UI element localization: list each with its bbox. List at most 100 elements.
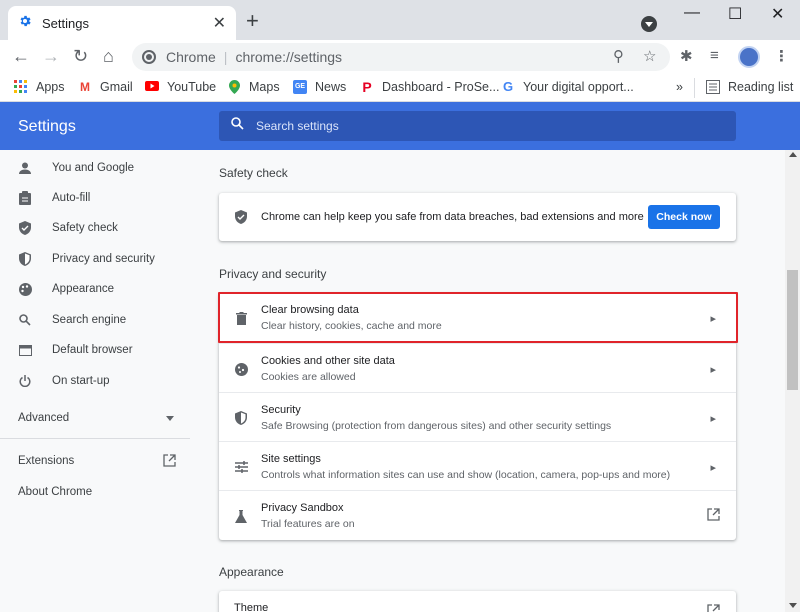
reload-icon[interactable]: ↻ <box>73 45 88 67</box>
palette-icon <box>18 282 32 296</box>
sidebar-advanced[interactable]: Advanced <box>18 412 69 424</box>
check-now-button[interactable]: Check now <box>648 205 720 229</box>
more-bookmarks-button[interactable]: » <box>676 80 683 94</box>
row-subtitle: Trial features are on <box>261 518 355 530</box>
menu-kebab-icon[interactable]: ⋮ <box>774 47 789 65</box>
bookmark-news[interactable]: GE News <box>293 80 346 94</box>
new-tab-button[interactable]: + <box>246 10 259 32</box>
gmail-icon: M <box>80 80 90 94</box>
sidebar-about-label: About Chrome <box>18 486 93 498</box>
close-window-button[interactable]: ✕ <box>771 4 784 24</box>
zoom-icon[interactable]: ⚲ <box>613 47 624 65</box>
sidebar-item-label: Auto-fill <box>52 192 91 204</box>
sidebar-item-default-browser[interactable]: Default browser <box>18 339 133 361</box>
home-icon[interactable]: ⌂ <box>103 45 114 67</box>
security-row[interactable]: Security Safe Browsing (protection from … <box>219 392 736 442</box>
chevron-right-icon: ▸ <box>710 462 716 474</box>
clipboard-icon <box>18 191 32 205</box>
row-title: Cookies and other site data <box>261 355 395 367</box>
open-in-new-icon[interactable] <box>163 454 176 472</box>
bookmark-star-icon[interactable]: ☆ <box>643 47 656 65</box>
settings-gear-icon <box>18 14 32 33</box>
shield-icon <box>18 252 32 266</box>
bookmark-youtube[interactable]: YouTube <box>145 80 216 94</box>
sidebar-item-appearance[interactable]: Appearance <box>18 278 114 300</box>
sidebar-item-privacy-and-security[interactable]: Privacy and security <box>18 248 155 270</box>
reading-list-button[interactable]: Reading list <box>706 80 793 94</box>
maps-icon <box>227 80 241 94</box>
search-icon <box>231 117 244 135</box>
bookmark-digital-opportunity[interactable]: G Your digital opport... <box>501 80 634 95</box>
sidebar-item-label: Privacy and security <box>52 253 155 265</box>
address-separator: | <box>223 49 228 65</box>
sidebar-extensions-label: Extensions <box>18 455 75 467</box>
sidebar-item-search-engine[interactable]: Search engine <box>18 309 126 331</box>
profile-avatar[interactable] <box>738 46 760 68</box>
settings-search[interactable] <box>219 111 736 141</box>
bookmark-divider <box>694 78 695 98</box>
privacy-section-title: Privacy and security <box>219 267 327 281</box>
privacy-sandbox-row[interactable]: Privacy Sandbox Trial features are on <box>219 490 736 540</box>
row-title: Security <box>261 404 301 416</box>
sidebar: You and Google Auto-fill Safety check Pr… <box>0 150 190 612</box>
bookmark-label: News <box>315 80 347 94</box>
row-title: Site settings <box>261 453 321 465</box>
person-icon <box>18 161 32 175</box>
maximize-button[interactable]: ☐ <box>728 4 742 24</box>
safety-check-row: Chrome can help keep you safe from data … <box>219 193 736 241</box>
scrollbar-thumb[interactable] <box>787 270 798 390</box>
search-input[interactable] <box>256 119 696 133</box>
site-settings-row[interactable]: Site settings Controls what information … <box>219 441 736 491</box>
scroll-down-arrow-icon[interactable] <box>789 603 797 608</box>
tab-search-dropdown-icon[interactable] <box>641 16 657 32</box>
sidebar-item-about-chrome[interactable]: About Chrome <box>18 486 92 498</box>
safety-check-text: Chrome can help keep you safe from data … <box>261 211 644 223</box>
minimize-button[interactable]: — <box>684 4 700 22</box>
sidebar-item-label: Default browser <box>52 344 133 356</box>
address-bar[interactable]: Chrome | chrome://settings <box>132 43 670 71</box>
row-subtitle: Controls what information sites can use … <box>261 469 671 481</box>
forward-arrow-icon[interactable]: → <box>42 45 60 67</box>
cookies-row[interactable]: Cookies and other site data Cookies are … <box>219 343 736 393</box>
shield-check-icon <box>18 221 32 235</box>
shield-check-icon <box>233 209 249 225</box>
bookmark-apps[interactable]: Apps <box>14 80 65 94</box>
safety-check-title: Safety check <box>219 166 288 180</box>
sidebar-item-on-startup[interactable]: On start-up <box>18 370 110 392</box>
tab-title: Settings <box>42 15 89 31</box>
media-control-icon[interactable]: ≡ <box>710 47 719 64</box>
tab-settings[interactable]: Settings ✕ <box>8 6 236 40</box>
sidebar-item-label: Appearance <box>52 283 115 295</box>
sidebar-item-safety-check[interactable]: Safety check <box>18 217 118 239</box>
chevron-down-icon[interactable] <box>166 416 174 421</box>
sidebar-item-extensions[interactable]: Extensions <box>18 455 74 467</box>
chevron-right-icon: ▸ <box>710 413 716 425</box>
sidebar-item-autofill[interactable]: Auto-fill <box>18 187 90 209</box>
address-chip: Chrome <box>166 49 216 65</box>
back-arrow-icon[interactable]: ← <box>12 45 30 67</box>
youtube-icon <box>145 80 159 94</box>
apps-grid-icon <box>14 80 28 94</box>
extensions-puzzle-icon[interactable]: ✱ <box>680 47 693 65</box>
appearance-section-title: Appearance <box>219 565 284 579</box>
close-tab-icon[interactable]: ✕ <box>213 13 226 33</box>
sidebar-item-label: On start-up <box>52 375 110 387</box>
bookmark-label: Your digital opport... <box>523 80 634 94</box>
bookmark-label: YouTube <box>167 80 217 94</box>
address-url[interactable]: chrome://settings <box>235 49 342 65</box>
sidebar-item-you-and-google[interactable]: You and Google <box>18 157 134 179</box>
row-subtitle: Safe Browsing (protection from dangerous… <box>261 420 612 432</box>
page-title: Settings <box>18 118 76 135</box>
appearance-card: Theme <box>219 591 736 612</box>
theme-row-title[interactable]: Theme <box>234 602 268 612</box>
bookmark-maps[interactable]: Maps <box>227 80 280 94</box>
pinterest-icon: P <box>362 79 372 95</box>
bookmark-gmail[interactable]: M Gmail <box>78 80 133 94</box>
bookmark-label: Apps <box>36 80 65 94</box>
bookmarks-bar: Apps M Gmail YouTube Maps GE News P Dashboa… <box>0 74 800 102</box>
browser-icon <box>18 343 32 357</box>
scroll-up-arrow-icon[interactable] <box>789 152 797 157</box>
search-icon <box>18 313 32 327</box>
bookmark-dashboard[interactable]: P Dashboard - ProSe... <box>360 80 499 94</box>
flask-icon <box>233 508 249 524</box>
